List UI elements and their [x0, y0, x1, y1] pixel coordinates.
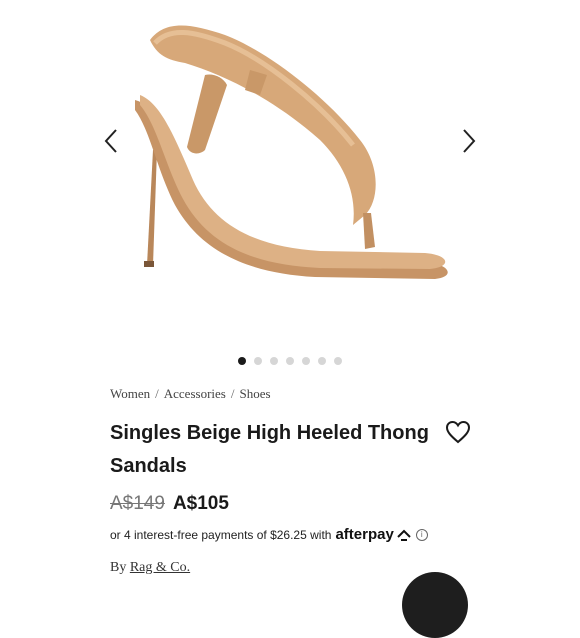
afterpay-arrows-icon [397, 529, 411, 541]
chevron-right-icon [463, 129, 476, 153]
afterpay-label: afterpay [335, 526, 394, 543]
product-gallery [0, 0, 580, 350]
previous-image-button[interactable] [96, 120, 126, 162]
sale-price: A$105 [172, 493, 229, 514]
pagination-dot[interactable] [270, 357, 278, 365]
installments-text: or 4 interest-free payments of $26.25 wi… [110, 527, 332, 542]
brand-link[interactable]: Rag & Co. [130, 560, 190, 575]
heart-icon [445, 420, 471, 444]
product-image[interactable] [95, 15, 475, 305]
brand-line: By Rag & Co. [110, 560, 190, 576]
image-pagination [0, 357, 580, 365]
breadcrumb-item-women[interactable]: Women [110, 386, 150, 402]
next-image-button[interactable] [454, 120, 484, 162]
pagination-dot[interactable] [238, 357, 246, 365]
afterpay-installments: or 4 interest-free payments of $26.25 wi… [110, 526, 428, 543]
original-price: A$149 [110, 493, 165, 514]
breadcrumb-item-shoes[interactable]: Shoes [239, 386, 270, 402]
chevron-left-icon [104, 129, 117, 153]
brand-prefix: By [110, 560, 127, 575]
wishlist-button[interactable] [445, 420, 473, 446]
product-title: Singles Beige High Heeled Thong Sandals [110, 422, 429, 477]
breadcrumb-separator: / [155, 386, 159, 401]
breadcrumb-separator: / [230, 386, 235, 401]
pagination-dot[interactable] [254, 357, 262, 365]
pagination-dot[interactable] [286, 357, 294, 365]
price-block: A$149 A$105 [110, 493, 229, 515]
pagination-dot[interactable] [302, 357, 310, 365]
info-icon[interactable]: i [415, 528, 428, 541]
breadcrumb-item-accessories[interactable]: Accessories [164, 386, 226, 402]
pagination-dot[interactable] [334, 357, 342, 365]
afterpay-logo[interactable]: afterpay [335, 526, 411, 543]
breadcrumb: Women / Accessories / Shoes [110, 386, 271, 402]
chat-button[interactable] [402, 572, 468, 638]
pagination-dot[interactable] [318, 357, 326, 365]
